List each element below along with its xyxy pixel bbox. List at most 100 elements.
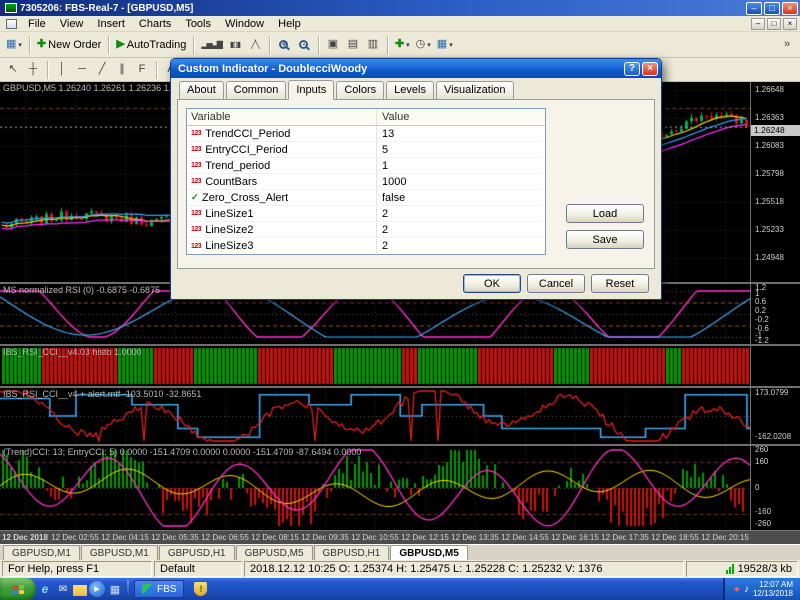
variable-value[interactable]: 1 (377, 160, 545, 172)
reset-button[interactable]: Reset (591, 274, 649, 293)
zoom-out-button[interactable]: - (294, 35, 314, 55)
variable-value[interactable]: 13 (377, 128, 545, 140)
price-scale[interactable]: 1.26648 1.26363 1.26083 1.25798 1.25518 … (750, 82, 800, 282)
mail-icon[interactable]: ✉ (55, 581, 71, 597)
titlebar[interactable]: 7305206: FBS-Real-7 - [GBPUSD,M5] – □ × (0, 0, 800, 16)
menu-charts[interactable]: Charts (132, 17, 178, 31)
line-chart-icon: ╱╲ (251, 39, 259, 50)
indicator-pane-cci-alert[interactable]: IBS_RSI_CCI__v4 + alert.mtf -103.5010 -3… (0, 388, 800, 444)
table-row[interactable]: 123EntryCCI_Period 5 (187, 142, 545, 158)
chart-tab[interactable]: GBPUSD,M1 (81, 545, 158, 560)
tab-levels[interactable]: Levels (386, 81, 434, 100)
value-column-header[interactable]: Value (377, 111, 545, 123)
taskbar-clock[interactable]: 12:07 AM 12/13/2018 (753, 580, 793, 598)
candlestick-icon: ▮▯▮ (230, 39, 240, 50)
channel-button[interactable]: ∥ (112, 60, 132, 80)
crosshair-tool-button[interactable]: ┼ (23, 60, 43, 80)
variable-value[interactable]: false (377, 192, 545, 204)
dialog-help-button[interactable]: ? (624, 62, 640, 76)
zoom-in-button[interactable]: + (274, 35, 294, 55)
table-row[interactable]: 123LineSize2 2 (187, 222, 545, 238)
indicators-button[interactable]: ✚▾ (392, 35, 413, 55)
autotrading-button[interactable]: ▶AutoTrading (113, 35, 189, 55)
variable-value[interactable]: 5 (377, 144, 545, 156)
table-row[interactable]: 123LineSize1 2 (187, 206, 545, 222)
indicator-scale[interactable]: 173.0799 -162.0208 (750, 388, 800, 444)
child-minimize-button[interactable]: – (751, 18, 765, 30)
indicator-pane-trendcci[interactable]: (Trend)CCI: 13; EntryCCI: 5) 0.0000 -151… (0, 446, 800, 530)
tile-windows-button[interactable]: ▣ (323, 35, 343, 55)
folder-icon[interactable] (73, 585, 87, 596)
menu-help[interactable]: Help (271, 17, 308, 31)
save-button[interactable]: Save (566, 230, 644, 249)
indicator-scale[interactable]: 260 160 0 -160 -260 (750, 446, 800, 530)
horizontal-line-button[interactable]: ─ (72, 60, 92, 80)
menubar: File View Insert Charts Tools Window Hel… (0, 16, 800, 32)
new-order-button[interactable]: ✚New Order (34, 35, 104, 55)
show-desktop-icon[interactable]: ▦ (107, 581, 123, 597)
menu-insert[interactable]: Insert (90, 17, 132, 31)
fibonacci-button[interactable]: F (132, 60, 152, 80)
maximize-button[interactable]: □ (764, 2, 780, 15)
indicator-pane-histo[interactable]: IBS_RSI_CCI__v4.03 histo 1.0000 (0, 346, 800, 386)
indicator-scale[interactable]: 1.2 1 0.6 0.2 -0.2 -0.6 -1 -1.2 (750, 284, 800, 344)
child-restore-button[interactable]: □ (767, 18, 781, 30)
table-row[interactable]: 123CountBars 1000 (187, 174, 545, 190)
start-button[interactable] (0, 578, 36, 600)
chart-tab[interactable]: GBPUSD,M1 (3, 545, 80, 560)
menu-tools[interactable]: Tools (178, 17, 218, 31)
ok-button[interactable]: OK (463, 274, 521, 293)
minimize-button[interactable]: – (746, 2, 762, 15)
bar-chart-button[interactable]: ▂▅▃▇ (198, 35, 225, 55)
dialog-titlebar[interactable]: Custom Indicator - DoublecciWoody ? × (171, 59, 661, 78)
new-chart-button[interactable]: ▦▾ (3, 35, 25, 55)
toolbar-overflow-button[interactable]: » (777, 35, 797, 55)
media-player-icon[interactable]: ▶ (89, 581, 105, 597)
variable-value[interactable]: 2 (377, 224, 545, 236)
security-shield-icon[interactable]: ! (194, 582, 207, 596)
table-row[interactable]: 123TrendCCI_Period 13 (187, 126, 545, 142)
tab-common[interactable]: Common (226, 81, 287, 100)
vertical-line-button[interactable]: │ (52, 60, 72, 80)
tray-alert-icon[interactable]: ● (734, 584, 740, 595)
tab-visualization[interactable]: Visualization (436, 81, 514, 100)
menu-window[interactable]: Window (218, 17, 271, 31)
variable-value[interactable]: 2 (377, 240, 545, 252)
line-chart-button[interactable]: ╱╲ (245, 35, 265, 55)
load-button[interactable]: Load (566, 204, 644, 223)
cursor-tool-button[interactable]: ↖ (3, 60, 23, 80)
chart-tab[interactable]: GBPUSD,H1 (159, 545, 235, 560)
internet-explorer-icon[interactable]: e (37, 581, 53, 597)
fbs-window-button[interactable]: FBS (134, 580, 184, 598)
table-row[interactable]: 123Trend_period 1 (187, 158, 545, 174)
templates-button[interactable]: ▦▾ (434, 35, 456, 55)
cascade-windows-button[interactable]: ▤ (343, 35, 363, 55)
tab-colors[interactable]: Colors (336, 81, 384, 100)
arrange-windows-button[interactable]: ▥ (363, 35, 383, 55)
volume-icon[interactable]: ♪ (744, 584, 749, 595)
chart-tab-active[interactable]: GBPUSD,M5 (390, 545, 467, 560)
close-button[interactable]: × (782, 2, 798, 15)
status-profile[interactable]: Default (154, 561, 242, 577)
time-axis[interactable]: 12 Dec 2018 12 Dec 02:55 12 Dec 04:15 12… (0, 530, 800, 544)
variable-value[interactable]: 2 (377, 208, 545, 220)
trendline-button[interactable]: ╱ (92, 60, 112, 80)
indicator-scale[interactable] (750, 346, 800, 386)
tab-about[interactable]: About (179, 81, 224, 100)
variable-column-header[interactable]: Variable (187, 109, 377, 125)
timeframes-button[interactable]: ◷▾ (413, 35, 434, 55)
chart-tab[interactable]: GBPUSD,H1 (314, 545, 390, 560)
chart-tab[interactable]: GBPUSD,M5 (236, 545, 313, 560)
trendcci-plot-canvas[interactable] (0, 446, 750, 530)
chart-system-icon[interactable] (6, 19, 17, 29)
candlestick-chart-button[interactable]: ▮▯▮ (225, 35, 245, 55)
table-row[interactable]: ✓Zero_Cross_Alert false (187, 190, 545, 206)
cancel-button[interactable]: Cancel (527, 274, 585, 293)
tab-inputs[interactable]: Inputs (288, 80, 334, 100)
dialog-close-button[interactable]: × (642, 62, 658, 76)
variable-value[interactable]: 1000 (377, 176, 545, 188)
table-row[interactable]: 123LineSize3 2 (187, 238, 545, 254)
child-close-button[interactable]: × (783, 18, 797, 30)
menu-view[interactable]: View (53, 17, 91, 31)
menu-file[interactable]: File (21, 17, 53, 31)
